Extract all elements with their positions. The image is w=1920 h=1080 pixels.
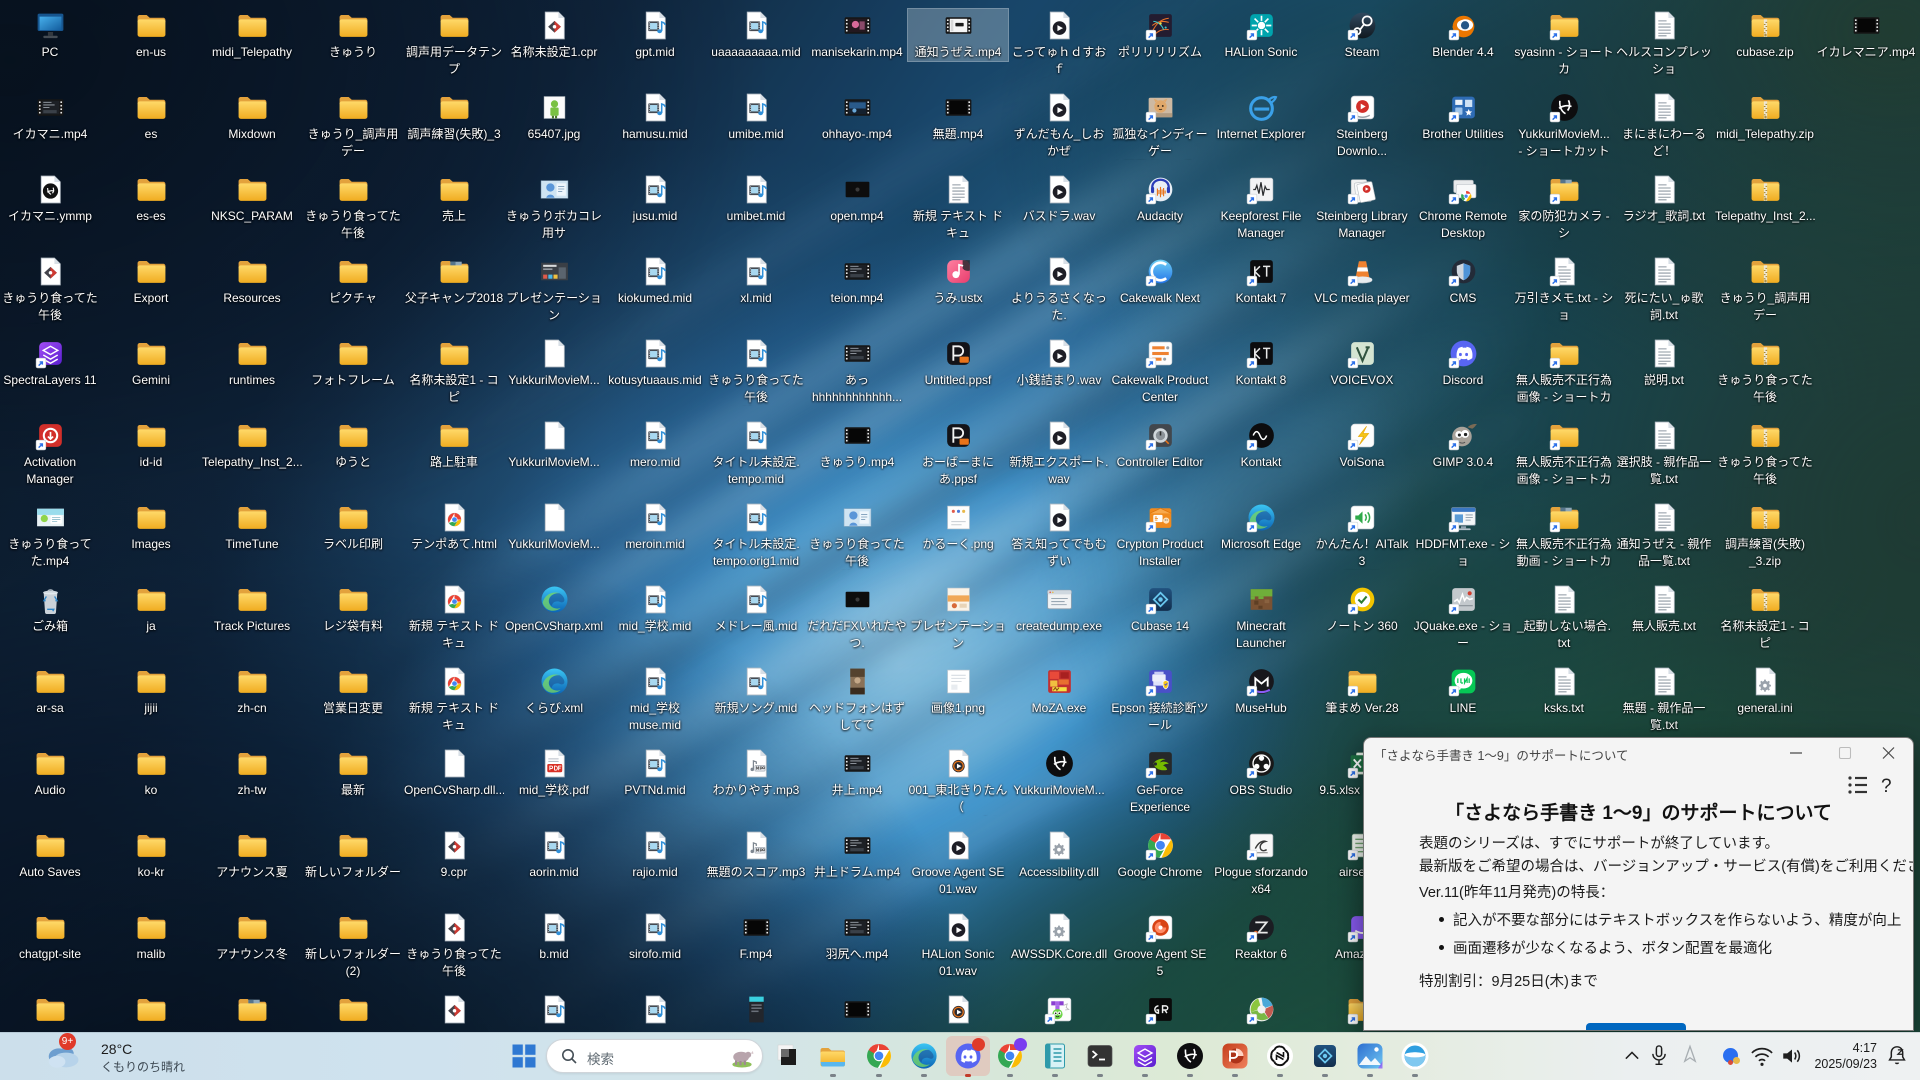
svg-text:?: ?	[1881, 776, 1892, 796]
